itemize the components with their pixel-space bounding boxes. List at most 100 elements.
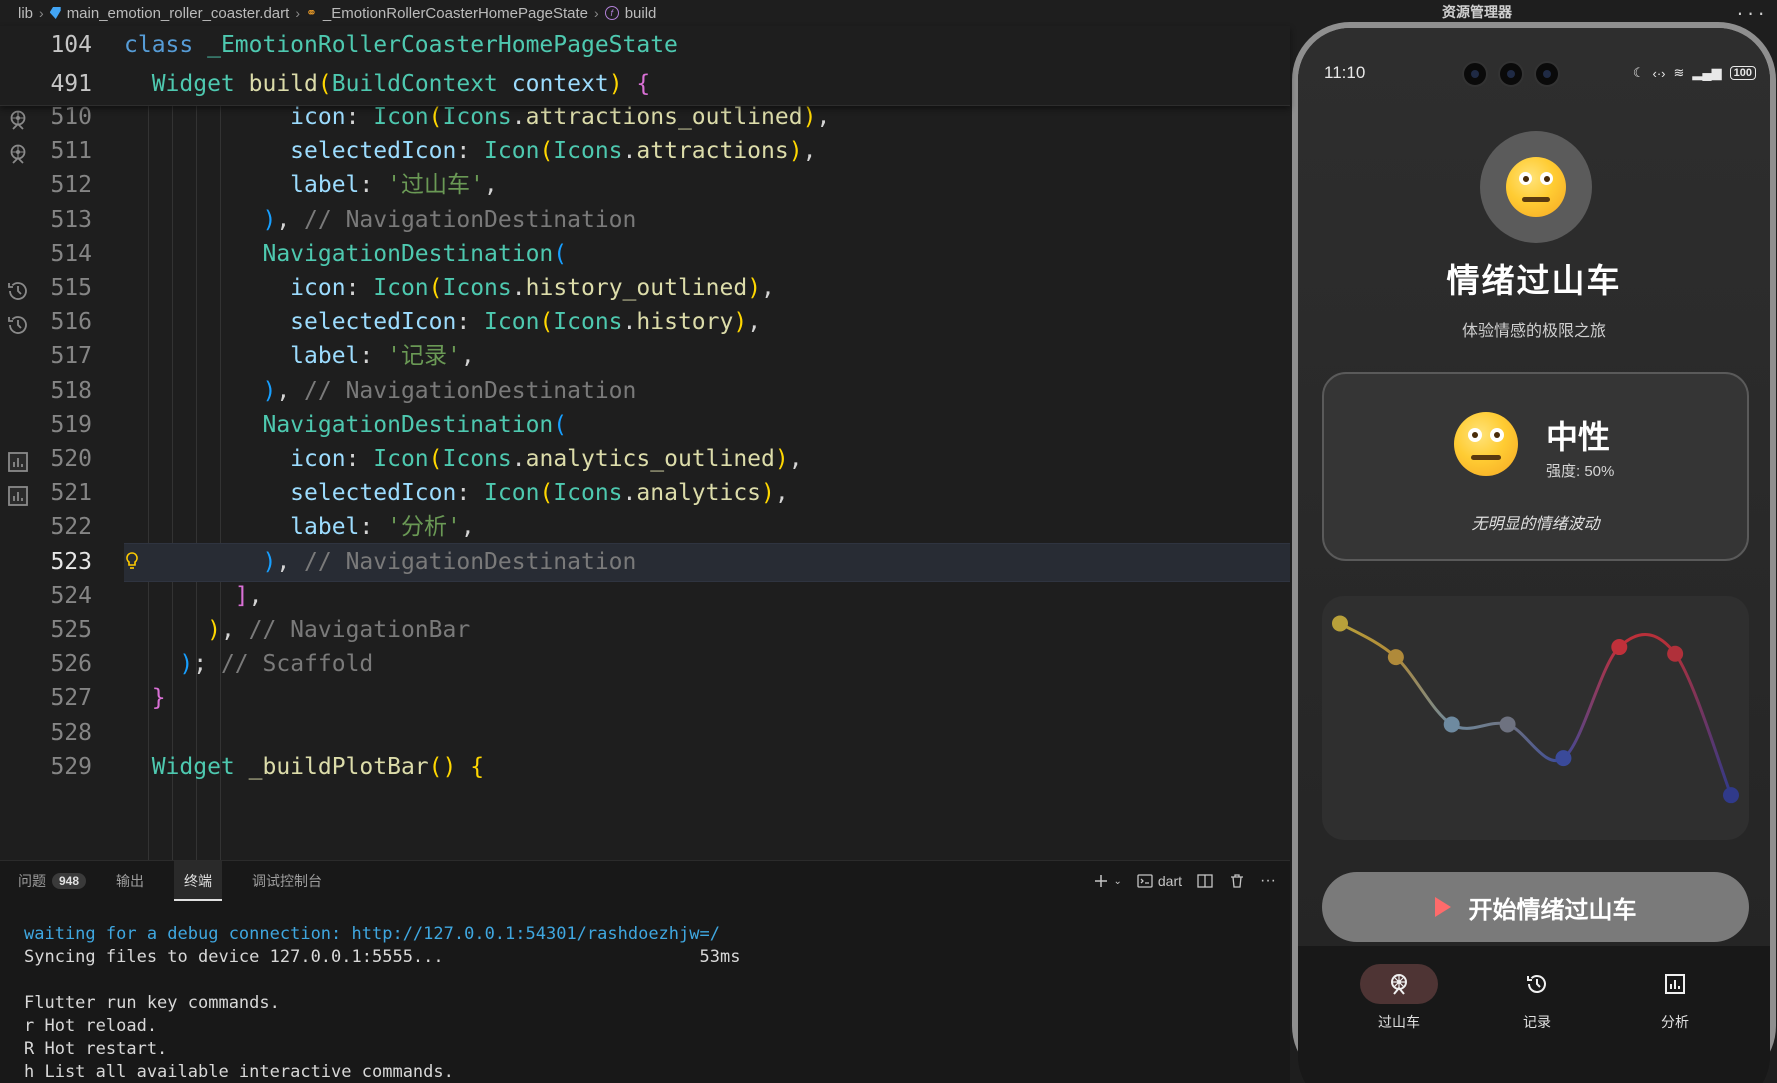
chevron-down-icon[interactable]: ⌄ — [1114, 876, 1122, 887]
sticky-line[interactable]: 104 class _EmotionRollerCoasterHomePageSt… — [0, 26, 1290, 65]
nav-item-history[interactable]: 记录 — [1477, 964, 1597, 1032]
nav-item-roller-coaster[interactable]: 过山车 — [1339, 964, 1459, 1032]
problems-count-badge: 948 — [52, 873, 87, 889]
code-text: ], — [124, 577, 263, 616]
tab-problems[interactable]: 问题 948 — [18, 861, 87, 901]
code-token: build — [248, 71, 318, 97]
code-line[interactable]: 525 ), // NavigationBar — [0, 611, 1290, 650]
code-token: NavigationDestination — [124, 240, 554, 267]
line-number: 518 — [50, 377, 92, 404]
code-token: Icon — [484, 138, 540, 165]
tab-output[interactable]: 输出 — [116, 861, 144, 901]
sticky-line[interactable]: 491 Widget build(BuildContext context) { — [0, 65, 1290, 104]
tab-terminal[interactable]: 终端 — [174, 861, 223, 901]
ellipsis-icon[interactable]: ... — [1735, 0, 1767, 19]
line-number: 526 — [50, 651, 92, 678]
code-token: '过山车' — [387, 172, 484, 199]
code-token: . — [622, 138, 637, 165]
line-number: 511 — [50, 138, 92, 165]
code-text: Widget build(BuildContext context) { — [124, 65, 651, 104]
code-text: } — [124, 679, 166, 718]
code-text: selectedIcon: Icon(Icons.history), — [124, 303, 761, 342]
app-title: 情绪过山车 — [1446, 262, 1622, 299]
terminal-icon — [1137, 874, 1153, 888]
code-token: , — [816, 106, 831, 130]
code-token: Icon — [484, 309, 540, 336]
breadcrumb-file[interactable]: main_emotion_roller_coaster.dart — [67, 5, 290, 22]
line-number: 527 — [50, 685, 92, 712]
code-text: label: '过山车', — [124, 166, 498, 205]
code-text: class _EmotionRollerCoasterHomePageState — [124, 26, 678, 65]
tab-problems-label: 问题 — [18, 873, 46, 889]
new-terminal-button[interactable]: ⌄ — [1092, 872, 1122, 890]
code-line[interactable]: 517 label: '记录', — [0, 337, 1290, 376]
code-line[interactable]: 516 selectedIcon: Icon(Icons.history), — [0, 303, 1290, 342]
code-token: ) — [124, 206, 277, 233]
sticky-scroll-header[interactable]: 104 class _EmotionRollerCoasterHomePageSt… — [0, 26, 1290, 106]
terminal-line: waiting for a debug connection: http://1… — [24, 924, 720, 944]
start-roller-coaster-button[interactable]: 开始情绪过山车 — [1322, 872, 1749, 942]
neutral-face-icon — [1454, 412, 1518, 476]
code-line[interactable]: 513 ), // NavigationDestination — [0, 201, 1290, 240]
code-token: // NavigationDestination — [304, 548, 637, 575]
code-line[interactable]: 521 selectedIcon: Icon(Icons.analytics), — [0, 474, 1290, 513]
terminal-output[interactable]: waiting for a debug connection: http://1… — [24, 923, 740, 1083]
chevron-right-icon: › — [594, 5, 599, 21]
code-token: ( — [553, 411, 568, 438]
code-line[interactable]: 519 NavigationDestination( — [0, 406, 1290, 445]
emotion-data-point — [1387, 649, 1404, 666]
code-token: . — [511, 106, 526, 130]
breadcrumb-lib[interactable]: lib — [18, 5, 33, 22]
code-line[interactable]: 511 selectedIcon: Icon(Icons.attractions… — [0, 132, 1290, 171]
code-line[interactable]: 515 icon: Icon(Icons.history_outlined), — [0, 269, 1290, 308]
camera-icon — [1462, 61, 1488, 87]
code-line[interactable]: 523 ), // NavigationDestination — [0, 542, 1290, 582]
code-line[interactable]: 528 — [0, 714, 1290, 753]
kill-terminal-button[interactable] — [1228, 872, 1246, 890]
terminal-line: r Hot reload. — [24, 1016, 158, 1036]
code-line[interactable]: 524 ], — [0, 577, 1290, 616]
line-number: 523 — [50, 548, 92, 575]
code-line[interactable]: 518 ), // NavigationDestination — [0, 372, 1290, 411]
emotion-name: 中性 — [1546, 419, 1611, 455]
line-number: 520 — [50, 446, 92, 472]
analytics-icon — [1665, 974, 1685, 994]
code-token: analytics_outlined — [525, 446, 775, 472]
code-text: ), // NavigationDestination — [124, 372, 636, 411]
nav-item-analytics[interactable]: 分析 — [1615, 964, 1735, 1032]
neutral-face-icon — [1506, 157, 1566, 217]
nav-label: 分析 — [1661, 1014, 1689, 1030]
code-token: NavigationDestination — [124, 411, 554, 438]
breadcrumb-class[interactable]: _EmotionRollerCoasterHomePageState — [323, 5, 588, 22]
terminal-shell-selector[interactable]: dart — [1136, 872, 1182, 890]
play-icon — [1434, 897, 1451, 917]
start-button-label: 开始情绪过山车 — [1468, 896, 1637, 924]
code-line[interactable]: 526 ); // Scaffold — [0, 645, 1290, 684]
ellipsis-icon: ··· — [1260, 872, 1276, 889]
line-number: 519 — [50, 411, 92, 438]
bottom-panel: 问题 948 输出 终端 调试控制台 ⌄ dart ··· waiting fo… — [0, 860, 1290, 1083]
code-token: { — [470, 753, 485, 780]
code-line[interactable]: 522 label: '分析', — [0, 508, 1290, 547]
emotion-data-point — [1555, 750, 1572, 767]
code-token: context — [511, 71, 609, 97]
code-line[interactable]: 520 icon: Icon(Icons.analytics_outlined)… — [0, 440, 1290, 479]
more-actions-button[interactable]: ··· — [1260, 872, 1276, 890]
line-number: 524 — [50, 582, 92, 609]
moon-icon: ☾ — [1632, 65, 1645, 80]
status-bar: 11:10 ☾ ‹·› ≋ ▂▄▆ 100 — [1298, 58, 1770, 88]
code-token: , — [276, 548, 305, 575]
code-line[interactable]: 529 Widget _buildPlotBar() { — [0, 748, 1290, 787]
code-token: ) — [608, 71, 623, 97]
tab-debug-console[interactable]: 调试控制台 — [252, 861, 322, 901]
dart-file-icon — [49, 7, 61, 19]
code-line[interactable]: 512 label: '过山车', — [0, 166, 1290, 205]
split-terminal-button[interactable] — [1196, 872, 1214, 890]
code-editor[interactable]: 510 icon: Icon(Icons.attractions_outline… — [0, 106, 1290, 860]
code-line[interactable]: 527 } — [0, 679, 1290, 718]
attractions-icon — [1391, 974, 1407, 995]
breadcrumb-method[interactable]: build — [625, 5, 657, 22]
code-line[interactable]: 514 NavigationDestination( — [0, 235, 1290, 274]
class-icon: ⚭ — [305, 5, 317, 20]
